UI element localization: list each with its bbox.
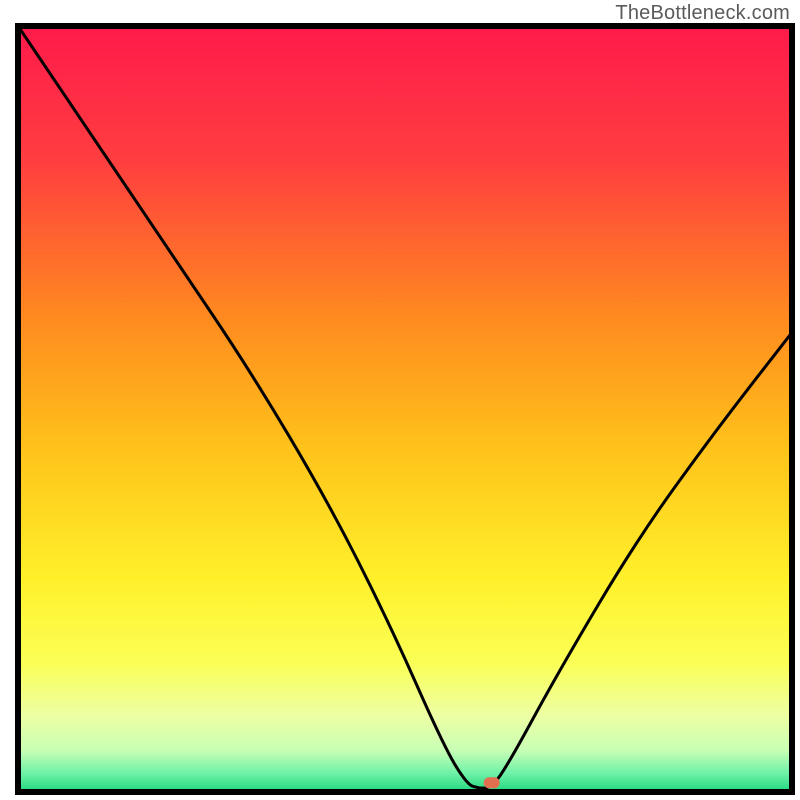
optimal-marker xyxy=(484,777,500,788)
attribution-label: TheBottleneck.com xyxy=(615,2,790,25)
chart-container: TheBottleneck.com xyxy=(0,0,800,800)
gradient-background xyxy=(18,26,792,792)
bottleneck-chart xyxy=(0,0,800,800)
